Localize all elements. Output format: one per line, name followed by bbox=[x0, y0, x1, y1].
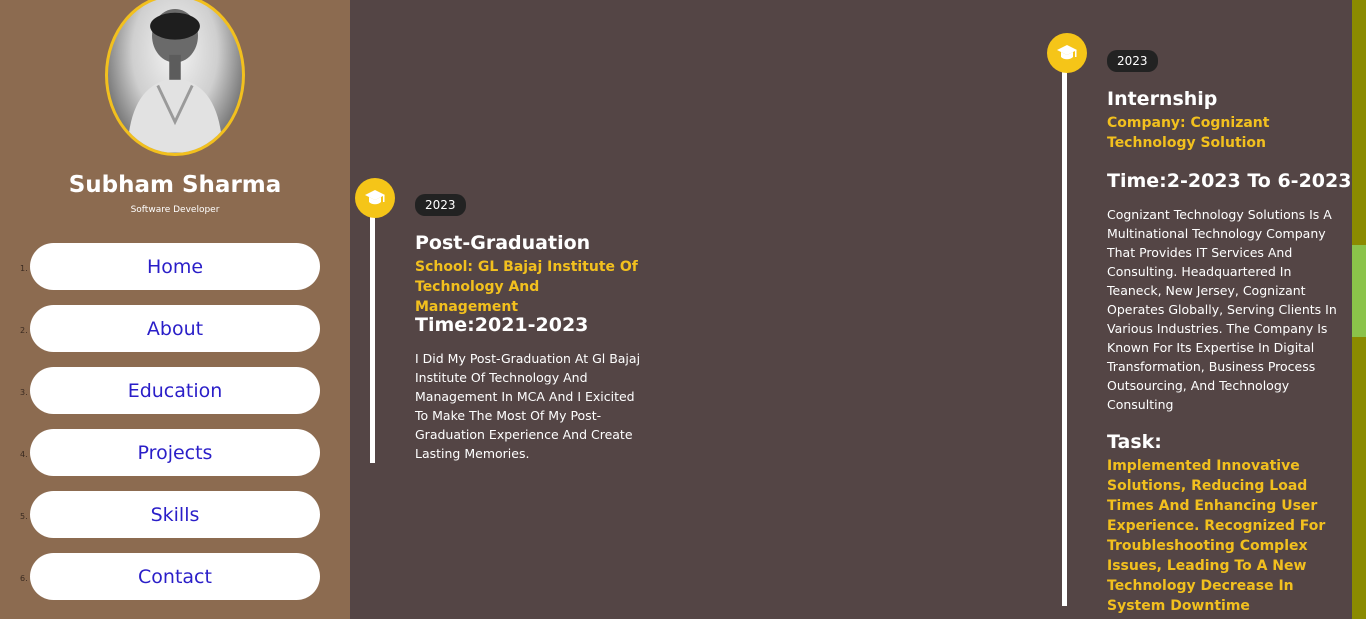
entry-title: Post-Graduation bbox=[415, 232, 591, 254]
nav-item-education: 3. Education bbox=[0, 367, 350, 429]
company-name: Company: Cognizant Technology Solution bbox=[1107, 115, 1270, 151]
graduation-cap-icon bbox=[355, 178, 395, 218]
task-description: Implemented Innovative Solutions, Reduci… bbox=[1107, 458, 1326, 614]
nav-number: 4. bbox=[20, 450, 28, 459]
nav-item-home: 1. Home bbox=[0, 243, 350, 305]
nav-number: 1. bbox=[20, 264, 28, 273]
profile-avatar bbox=[105, 0, 245, 156]
nav-link-skills[interactable]: Skills bbox=[30, 491, 320, 538]
entry-description: Cognizant Technology Solutions Is A Mult… bbox=[1107, 207, 1337, 412]
nav-link-projects[interactable]: Projects bbox=[30, 429, 320, 476]
nav-item-about: 2. About bbox=[0, 305, 350, 367]
nav-number: 5. bbox=[20, 512, 28, 521]
timeline-line bbox=[370, 200, 375, 463]
nav-number: 3. bbox=[20, 388, 28, 397]
nav-number: 6. bbox=[20, 574, 28, 583]
graduation-cap-icon bbox=[1047, 33, 1087, 73]
main-nav: 1. Home 2. About 3. Education 4. Project… bbox=[0, 243, 350, 615]
school-name: School: GL Bajaj Institute Of Technology… bbox=[415, 259, 638, 315]
sidebar: Subham Sharma Software Developer 1. Home… bbox=[0, 0, 350, 619]
entry-title: Internship bbox=[1107, 88, 1218, 110]
time-range: Time:2-2023 To 6-2023 bbox=[1107, 170, 1352, 192]
nav-item-projects: 4. Projects bbox=[0, 429, 350, 491]
nav-link-education[interactable]: Education bbox=[30, 367, 320, 414]
timeline-line bbox=[1062, 56, 1067, 606]
nav-link-about[interactable]: About bbox=[30, 305, 320, 352]
nav-number: 2. bbox=[20, 326, 28, 335]
year-badge: 2023 bbox=[415, 194, 466, 216]
profile-photo bbox=[127, 8, 223, 153]
profile-role: Software Developer bbox=[130, 205, 220, 215]
time-range: Time:2021-2023 bbox=[415, 314, 589, 336]
nav-item-skills: 5. Skills bbox=[0, 491, 350, 553]
nav-link-home[interactable]: Home bbox=[30, 243, 320, 290]
profile-name: Subham Sharma bbox=[68, 172, 282, 198]
nav-item-contact: 6. Contact bbox=[0, 553, 350, 615]
year-badge: 2023 bbox=[1107, 50, 1158, 72]
entry-description: I Did My Post-Graduation At Gl Bajaj Ins… bbox=[415, 351, 641, 461]
scrollbar-thumb[interactable] bbox=[1352, 245, 1366, 337]
nav-link-contact[interactable]: Contact bbox=[30, 553, 320, 600]
task-heading: Task: bbox=[1107, 431, 1162, 453]
